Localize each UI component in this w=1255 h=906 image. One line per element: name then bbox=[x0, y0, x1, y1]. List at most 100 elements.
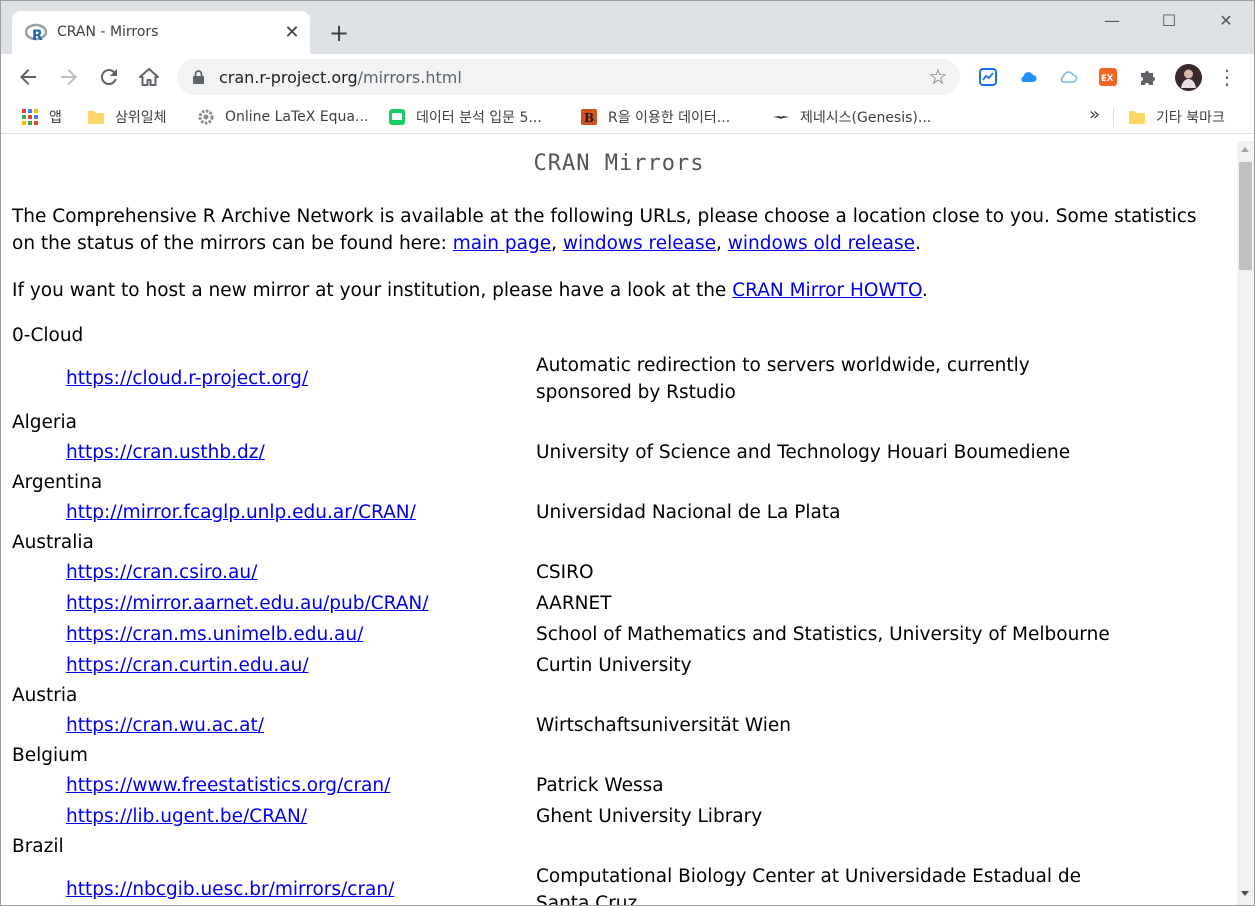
intro-separator: , bbox=[551, 233, 563, 254]
bookmark-label: Online LaTeX Equa... bbox=[225, 109, 369, 125]
window-close-button[interactable]: ✕ bbox=[1211, 9, 1241, 33]
page-title: CRAN Mirrors bbox=[533, 151, 705, 176]
mirror-link[interactable]: https://cran.usthb.dz/ bbox=[66, 441, 265, 465]
ex-extension-icon[interactable]: EX bbox=[1098, 67, 1118, 87]
mirror-link[interactable]: https://lib.ugent.be/CRAN/ bbox=[66, 805, 307, 829]
mirror-description: Computational Biology Center at Universi… bbox=[536, 866, 1081, 906]
tab-strip: R CRAN - Mirrors ✕ + — ☐ ✕ bbox=[1, 1, 1254, 54]
bookmark-data-analysis[interactable]: 데이터 분석 입문 5... bbox=[388, 106, 542, 128]
bookmark-label: 데이터 분석 입문 5... bbox=[416, 110, 542, 126]
cloud-filled-icon[interactable] bbox=[1018, 67, 1038, 87]
bookmark-label: R을 이용한 데이터... bbox=[608, 110, 731, 126]
forward-arrow-icon[interactable] bbox=[57, 65, 81, 89]
maximize-button[interactable]: ☐ bbox=[1154, 9, 1184, 33]
country-heading: Austria bbox=[12, 685, 78, 706]
svg-text:R: R bbox=[32, 28, 43, 43]
mirror-link[interactable]: https://mirror.aarnet.edu.au/pub/CRAN/ bbox=[66, 592, 428, 616]
profile-avatar[interactable] bbox=[1175, 64, 1202, 91]
r-logo-icon: R bbox=[25, 23, 47, 43]
back-arrow-icon[interactable] bbox=[16, 65, 40, 89]
bookmark-label: 제네시스(Genesis)... bbox=[800, 110, 932, 126]
bookmark-folder-trinity[interactable]: 삼위일체 bbox=[87, 106, 167, 128]
scrollbar-thumb[interactable] bbox=[1239, 162, 1252, 270]
mirror-howto-link[interactable]: CRAN Mirror HOWTO bbox=[732, 280, 922, 301]
mirror-description: AARNET bbox=[536, 593, 612, 614]
apps-grid-icon bbox=[22, 109, 38, 125]
mirror-link[interactable]: https://cloud.r-project.org/ bbox=[66, 367, 308, 391]
tab-cran-mirrors[interactable]: R CRAN - Mirrors ✕ bbox=[12, 11, 310, 54]
bookmark-star-icon[interactable]: ☆ bbox=[927, 66, 949, 88]
host-text: If you want to host a new mirror at your… bbox=[12, 280, 733, 301]
intro-separator: , bbox=[716, 233, 728, 254]
svg-text:EX: EX bbox=[1101, 74, 1114, 84]
page-scrollbar[interactable] bbox=[1237, 141, 1254, 905]
mirror-link[interactable]: https://cran.csiro.au/ bbox=[66, 561, 257, 585]
mirror-link[interactable]: https://cran.curtin.edu.au/ bbox=[66, 654, 309, 678]
other-bookmarks[interactable]: 기타 북마크 bbox=[1128, 106, 1225, 128]
mirror-description: Curtin University bbox=[536, 655, 692, 676]
country-heading: 0-Cloud bbox=[12, 325, 84, 346]
mirror-description: Automatic redirection to servers worldwi… bbox=[536, 355, 1030, 403]
host-end: . bbox=[921, 280, 928, 301]
windows-old-release-link[interactable]: windows old release bbox=[728, 233, 915, 254]
bookmark-genesis[interactable]: 제네시스(Genesis)... bbox=[772, 106, 931, 128]
country-heading: Belgium bbox=[12, 745, 88, 766]
minimize-button[interactable]: — bbox=[1097, 9, 1127, 33]
bookmark-r-data[interactable]: B R을 이용한 데이터... bbox=[580, 106, 730, 128]
scroll-down-arrow-icon[interactable] bbox=[1241, 891, 1249, 896]
tab-title: CRAN - Mirrors bbox=[57, 24, 159, 40]
extension-chart-icon[interactable] bbox=[978, 67, 998, 87]
mirror-description: CSIRO bbox=[536, 562, 594, 583]
url-host: cran.r-project.org bbox=[219, 68, 358, 87]
mirror-description: School of Mathematics and Statistics, Un… bbox=[536, 624, 1110, 645]
url-path: /mirrors.html bbox=[357, 68, 462, 87]
folder-icon bbox=[88, 111, 104, 124]
mirror-description: Patrick Wessa bbox=[536, 775, 664, 796]
intro-paragraph: The Comprehensive R Archive Network is a… bbox=[12, 203, 1224, 257]
host-paragraph: If you want to host a new mirror at your… bbox=[12, 277, 1224, 304]
bookmark-apps[interactable]: 앱 bbox=[21, 106, 62, 128]
mirror-description: University of Science and Technology Hou… bbox=[536, 442, 1071, 463]
reload-icon[interactable] bbox=[97, 65, 121, 89]
country-heading: Algeria bbox=[12, 412, 78, 433]
country-heading: Argentina bbox=[12, 472, 103, 493]
scroll-up-arrow-icon[interactable] bbox=[1241, 147, 1249, 152]
folder-icon bbox=[1129, 111, 1145, 124]
mirror-link[interactable]: https://cran.ms.unimelb.edu.au/ bbox=[66, 623, 363, 647]
mirror-description: Wirtschaftsuniversität Wien bbox=[536, 715, 791, 736]
mirror-description: Ghent University Library bbox=[536, 806, 763, 827]
mirror-link[interactable]: http://mirror.fcaglp.unlp.edu.ar/CRAN/ bbox=[66, 501, 416, 525]
genesis-logo-icon bbox=[773, 116, 789, 119]
bookmark-latex[interactable]: Online LaTeX Equa... bbox=[197, 106, 368, 128]
mirror-description: Universidad Nacional de La Plata bbox=[536, 502, 841, 523]
toolbar: cran.r-project.org/mirrors.html ☆ EX ⋮ bbox=[1, 54, 1254, 100]
new-tab-button[interactable]: + bbox=[327, 21, 351, 45]
bookmarks-bar: 앱 삼위일체 Online LaTeX Equa... 데이터 분석 입문 5.… bbox=[1, 100, 1254, 134]
url-text: cran.r-project.org/mirrors.html bbox=[219, 68, 462, 87]
country-heading: Australia bbox=[12, 532, 94, 553]
main-page-link[interactable]: main page bbox=[453, 233, 551, 254]
home-icon[interactable] bbox=[137, 65, 161, 89]
tab-close-icon[interactable]: ✕ bbox=[282, 23, 302, 43]
bookmarks-separator bbox=[1113, 108, 1114, 126]
windows-release-link[interactable]: windows release bbox=[563, 233, 716, 254]
bookmarks-overflow-button[interactable]: » bbox=[1089, 104, 1100, 125]
bookmark-label: 앱 bbox=[49, 110, 62, 126]
lock-icon bbox=[193, 70, 204, 84]
mirror-link[interactable]: https://cran.wu.ac.at/ bbox=[66, 714, 264, 738]
mirror-link[interactable]: https://nbcgib.uesc.br/mirrors/cran/ bbox=[66, 878, 394, 902]
browser-window: R CRAN - Mirrors ✕ + — ☐ ✕ cran.r-projec… bbox=[0, 0, 1255, 906]
svg-text:B: B bbox=[584, 111, 594, 125]
gear-icon bbox=[198, 109, 214, 125]
page-content: CRAN Mirrors The Comprehensive R Archive… bbox=[1, 141, 1237, 906]
mirror-link[interactable]: https://www.freestatistics.org/cran/ bbox=[66, 774, 390, 798]
book-icon: B bbox=[581, 109, 597, 125]
intro-end: . bbox=[915, 233, 921, 254]
address-bar[interactable]: cran.r-project.org/mirrors.html ☆ bbox=[177, 59, 960, 95]
bookmark-label: 삼위일체 bbox=[115, 110, 167, 126]
chat-icon bbox=[389, 109, 405, 125]
browser-menu-icon[interactable]: ⋮ bbox=[1217, 66, 1237, 88]
puzzle-extensions-icon[interactable] bbox=[1138, 67, 1158, 87]
other-bookmarks-label: 기타 북마크 bbox=[1156, 110, 1225, 126]
cloud-outline-icon[interactable] bbox=[1058, 67, 1078, 87]
